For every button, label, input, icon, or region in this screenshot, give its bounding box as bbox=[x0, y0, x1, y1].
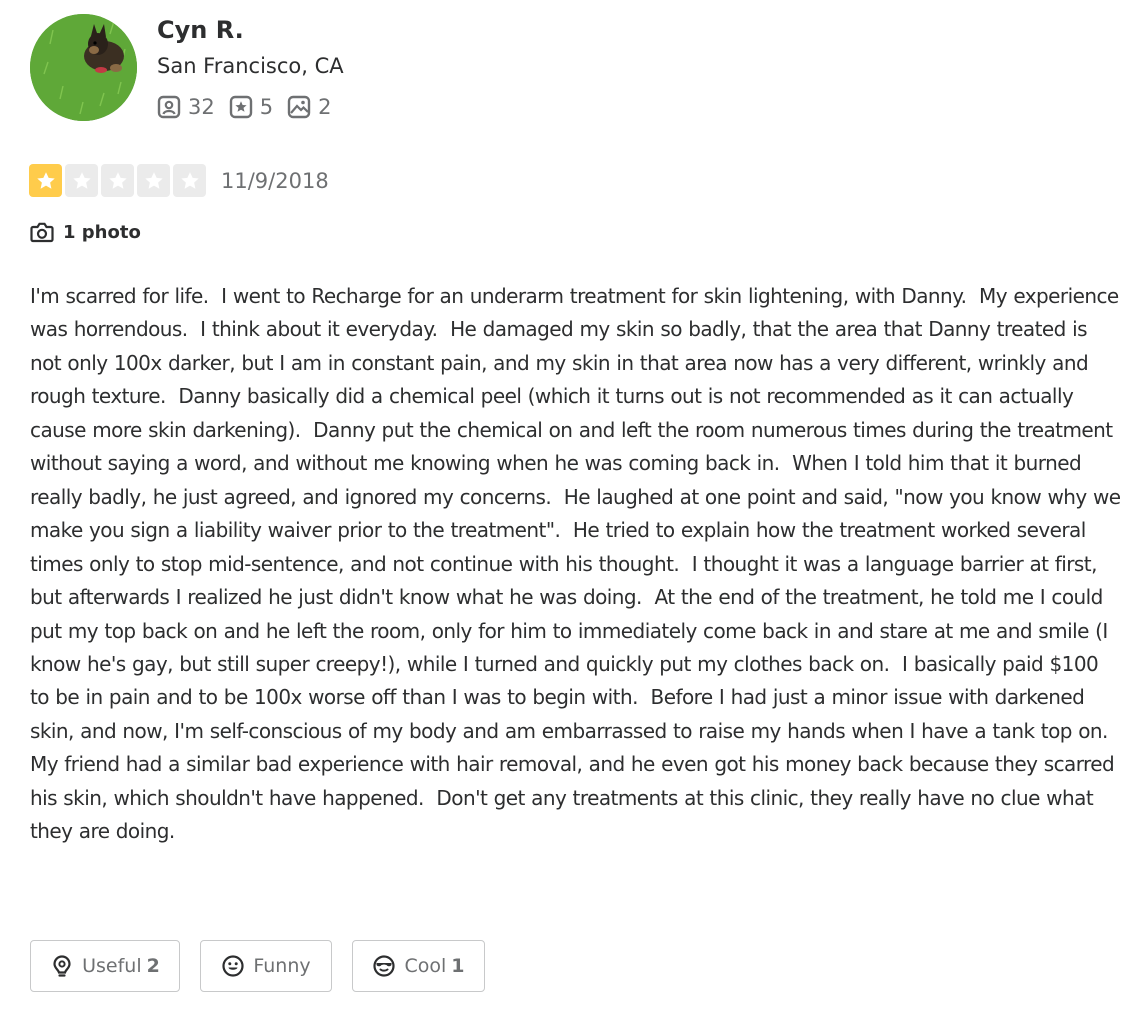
rating-star-1 bbox=[29, 164, 62, 197]
cool-count: 1 bbox=[451, 955, 465, 977]
friends-count: 32 bbox=[188, 95, 215, 119]
rating-star-4 bbox=[137, 164, 170, 197]
star-icon bbox=[144, 171, 163, 189]
dog-photo bbox=[30, 14, 137, 121]
star-icon bbox=[180, 171, 199, 189]
photos-count: 2 bbox=[318, 95, 332, 119]
useful-count: 2 bbox=[146, 955, 160, 977]
star-icon bbox=[108, 171, 127, 189]
friends-icon bbox=[157, 95, 181, 119]
reviews-stat: 5 bbox=[229, 95, 273, 119]
reaction-buttons: Useful 2 Funny Cool 1 bbox=[30, 940, 505, 992]
smile-face-icon bbox=[222, 955, 244, 977]
useful-button[interactable]: Useful 2 bbox=[30, 940, 180, 992]
friends-stat: 32 bbox=[157, 95, 215, 119]
rating-star-2 bbox=[65, 164, 98, 197]
review-date: 11/9/2018 bbox=[221, 168, 329, 193]
useful-label: Useful bbox=[82, 955, 142, 977]
user-avatar[interactable] bbox=[30, 14, 137, 121]
user-location: San Francisco, CA bbox=[157, 54, 344, 78]
photo-count-label: 1 photo bbox=[63, 221, 141, 243]
camera-icon bbox=[30, 222, 54, 243]
cool-label: Cool bbox=[404, 955, 447, 977]
rating-row: 11/9/2018 bbox=[29, 163, 329, 198]
photo-icon bbox=[287, 95, 311, 119]
user-name[interactable]: Cyn R. bbox=[157, 16, 244, 44]
review-star-icon bbox=[229, 95, 252, 119]
star-icon bbox=[72, 171, 91, 189]
reviews-count: 5 bbox=[259, 95, 274, 119]
star-icon bbox=[36, 171, 55, 189]
review-text: I'm scarred for life. I went to Recharge… bbox=[30, 284, 1127, 844]
photos-stat: 2 bbox=[287, 95, 331, 119]
funny-label: Funny bbox=[253, 955, 311, 977]
rating-star-3 bbox=[101, 164, 134, 197]
user-stats: 32 5 2 bbox=[157, 93, 345, 121]
sunglasses-face-icon bbox=[373, 955, 396, 977]
funny-button[interactable]: Funny bbox=[200, 940, 332, 992]
cool-button[interactable]: Cool 1 bbox=[352, 940, 485, 992]
star-rating bbox=[29, 164, 209, 197]
rating-star-5 bbox=[173, 164, 206, 197]
lightbulb-icon bbox=[53, 955, 71, 977]
photo-link[interactable]: 1 photo bbox=[30, 219, 141, 245]
